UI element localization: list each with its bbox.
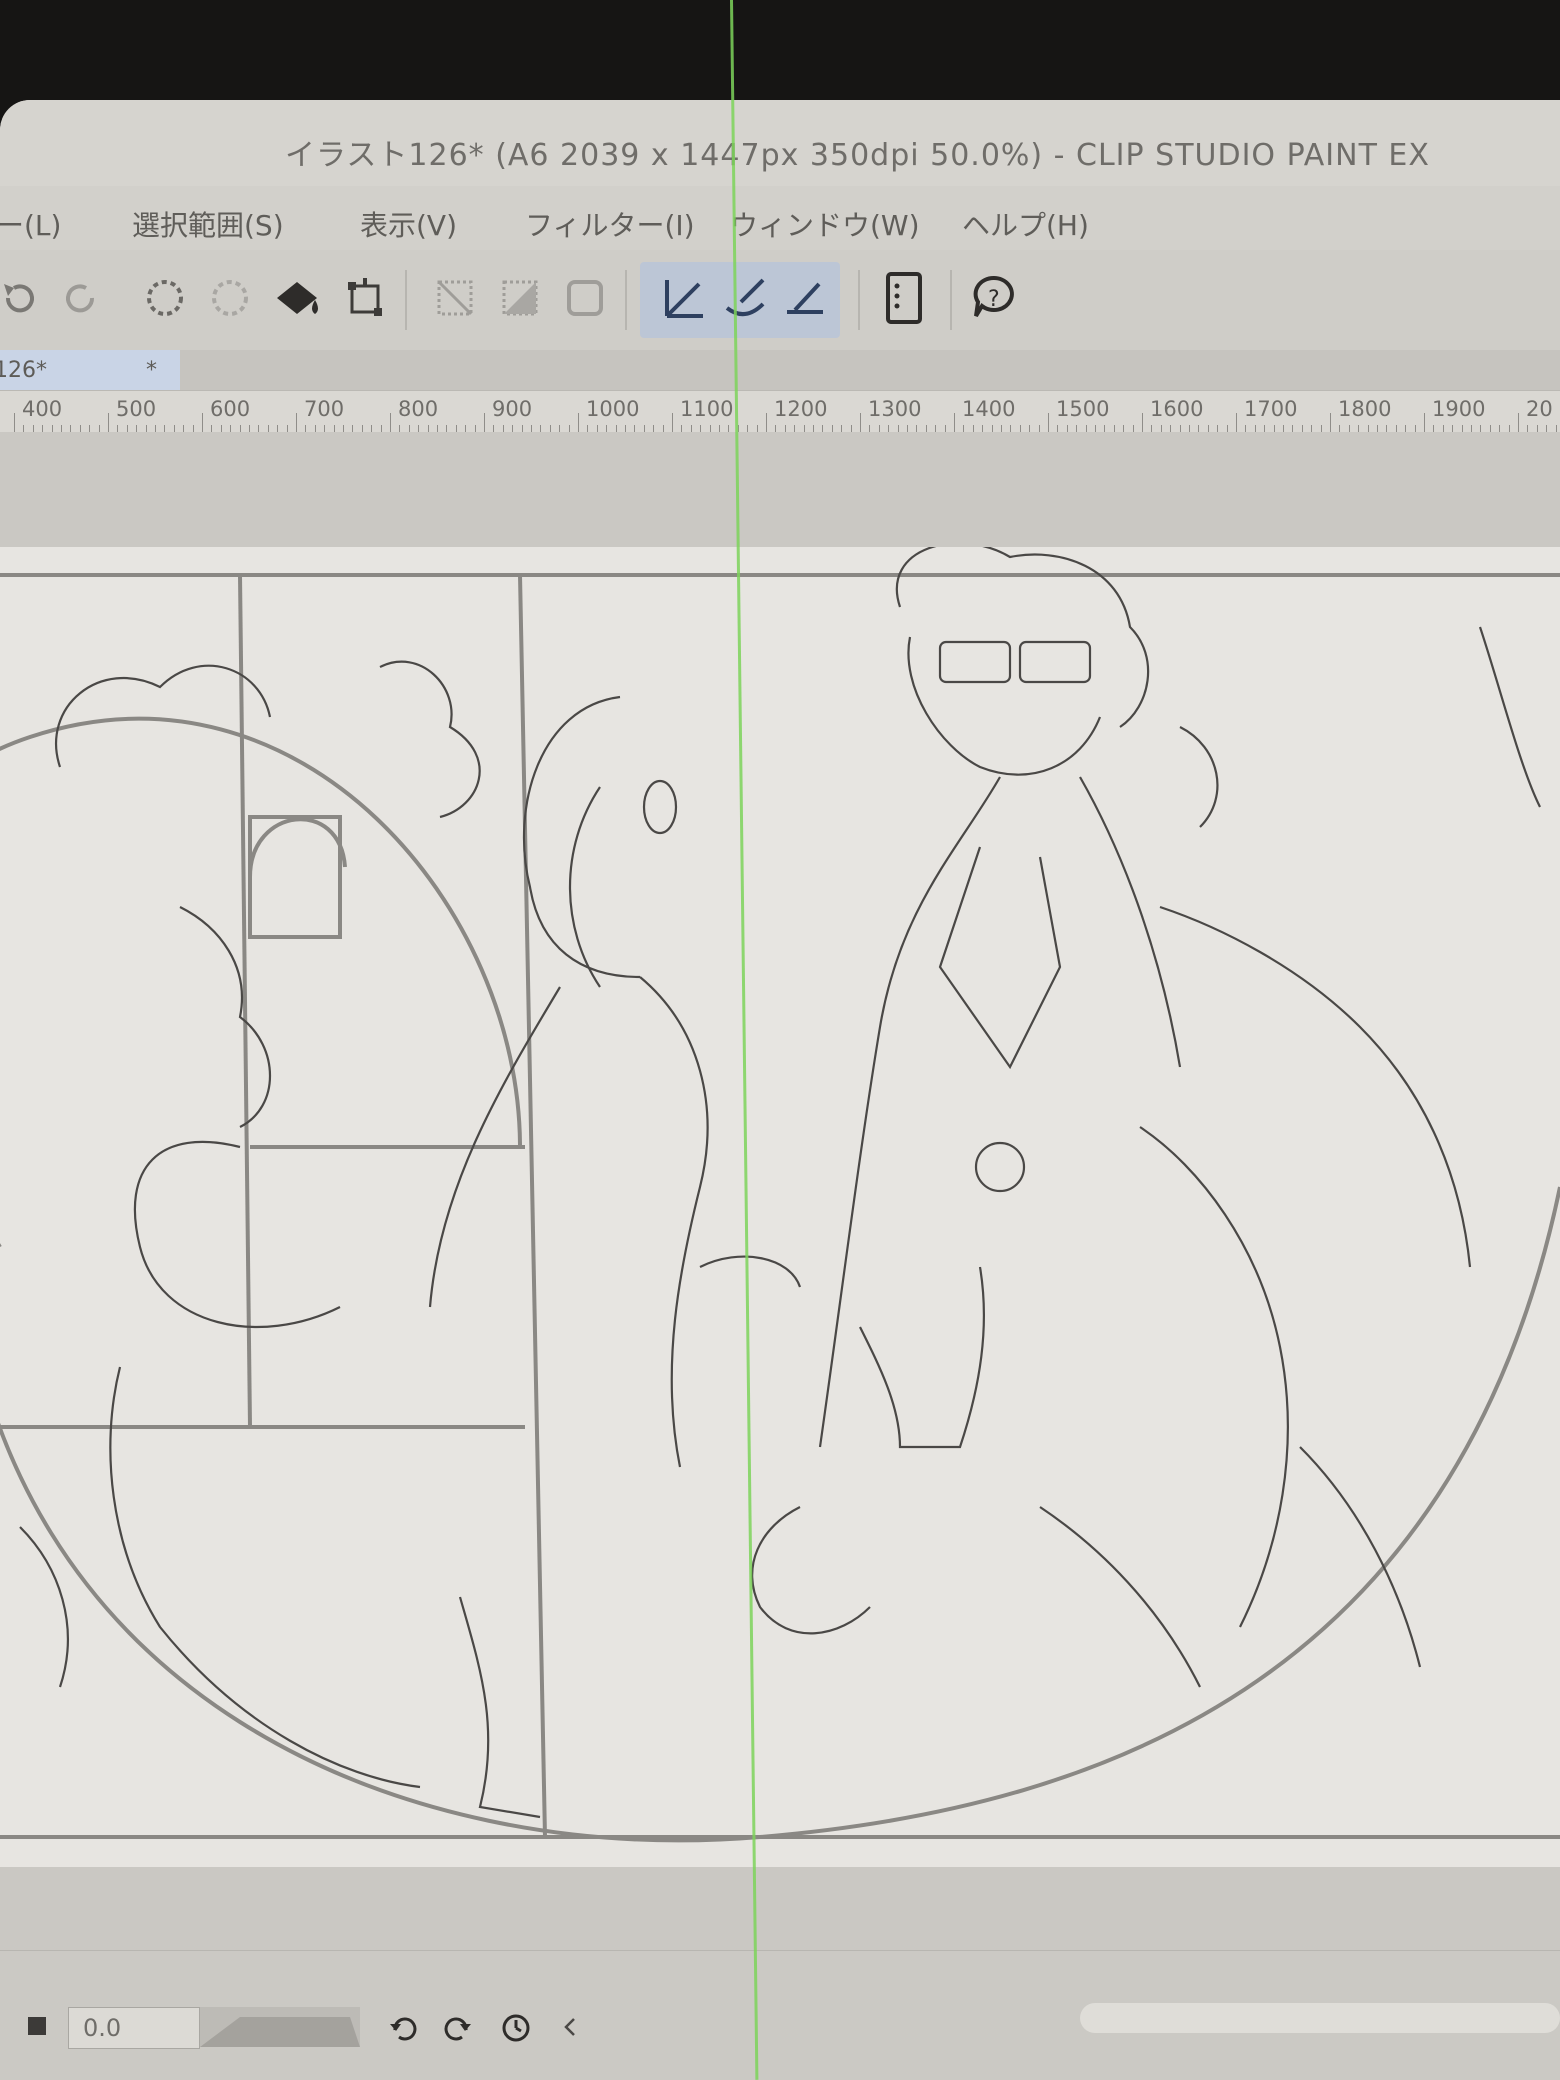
ruler-tick (1424, 413, 1425, 433)
toolbar-separator (625, 270, 627, 330)
curve-snap-icon[interactable] (715, 268, 775, 328)
horizontal-scrollbar[interactable] (1080, 2003, 1560, 2033)
window-title: イラスト126* (A6 2039 x 1447px 350dpi 50.0%)… (285, 138, 1430, 173)
ruler-tick (1142, 413, 1143, 433)
ruler-tick (390, 413, 391, 433)
menu-help[interactable]: ヘルプ(H) (962, 204, 1089, 244)
menu-layer[interactable]: ー(L) (0, 204, 61, 244)
ruler-label: 20 (1526, 397, 1553, 421)
timeline-bar: 0.0 (0, 1950, 1560, 2080)
help-icon[interactable]: ? (964, 268, 1024, 328)
artboard[interactable] (0, 547, 1560, 1867)
ruler-label: 1100 (680, 397, 734, 421)
document-tab[interactable]: 126* * (0, 350, 180, 392)
ruler-label: 1300 (868, 397, 922, 421)
selection-lasso-icon[interactable] (135, 268, 195, 328)
ruler-label: 1200 (774, 397, 828, 421)
app-window: イラスト126* (A6 2039 x 1447px 350dpi 50.0%)… (0, 100, 1560, 2080)
menu-bar: ー(L) 選択範囲(S) 表示(V) フィルター(I) ウィンドウ(W) ヘルプ… (0, 186, 1560, 254)
svg-text:?: ? (988, 287, 1000, 312)
toolbar-separator (858, 270, 860, 330)
ruler-label: 1700 (1244, 397, 1298, 421)
tablet-icon[interactable] (874, 268, 934, 328)
ruler-tick (202, 413, 203, 433)
canvas-area[interactable] (0, 432, 1560, 1972)
rotate-left-icon[interactable] (382, 2005, 426, 2049)
ruler-label: 1000 (586, 397, 640, 421)
toolbar-separator (950, 270, 952, 330)
ruler-label: 900 (492, 397, 533, 421)
ruler-label: 1400 (962, 397, 1016, 421)
ruler-tick (484, 413, 485, 433)
selection-fade-icon[interactable] (200, 268, 260, 328)
document-modified-marker: * (146, 358, 157, 383)
ruler-tick (1236, 413, 1237, 433)
value-field[interactable]: 0.0 (68, 2007, 200, 2049)
ruler-label: 1600 (1150, 397, 1204, 421)
menu-filter[interactable]: フィルター(I) (525, 204, 695, 244)
redo-icon[interactable] (50, 268, 110, 328)
reset-rotation-icon[interactable] (494, 2005, 538, 2049)
lineart-drawing (0, 547, 1560, 1843)
fill-icon[interactable] (268, 268, 328, 328)
clear-icon[interactable] (425, 268, 485, 328)
transform-icon[interactable] (336, 268, 396, 328)
document-tab-strip: 126* * (0, 350, 1560, 392)
ruler-tick (766, 413, 767, 433)
ruler-tick (672, 413, 673, 433)
title-bar: イラスト126* (A6 2039 x 1447px 350dpi 50.0%)… (0, 100, 1560, 190)
horizontal-ruler: 400 500 600 700 800 900 1000 1100 1200 1… (0, 390, 1560, 434)
ruler-tick (108, 413, 109, 433)
ruler-tick (1048, 413, 1049, 433)
stop-icon[interactable] (28, 2017, 46, 2035)
ruler-label: 600 (210, 397, 251, 421)
value-slider[interactable] (200, 2007, 360, 2047)
ruler-tick (860, 413, 861, 433)
ruler-label: 400 (22, 397, 63, 421)
toolbar-separator (405, 270, 407, 330)
ruler-tick (954, 413, 955, 433)
line-snap-icon[interactable] (655, 268, 715, 328)
ruler-tick (578, 413, 579, 433)
document-tab-label: 126* (0, 358, 47, 383)
command-bar: ? (0, 250, 1560, 351)
menu-view[interactable]: 表示(V) (360, 204, 457, 244)
menu-window[interactable]: ウィンドウ(W) (730, 204, 920, 244)
ruler-tick (296, 413, 297, 433)
ruler-tick (1518, 413, 1519, 433)
ruler-snap-icon[interactable] (775, 268, 835, 328)
undo-icon[interactable] (0, 268, 50, 328)
ruler-label: 700 (304, 397, 345, 421)
ruler-tick (14, 413, 15, 433)
rotate-right-icon[interactable] (435, 2005, 479, 2049)
border-icon[interactable] (555, 268, 615, 328)
collapse-chevron-icon[interactable] (548, 2005, 592, 2049)
value-field-text: 0.0 (83, 2014, 122, 2042)
menu-selection[interactable]: 選択範囲(S) (132, 204, 284, 244)
tone-icon[interactable] (490, 268, 550, 328)
ruler-label: 1900 (1432, 397, 1486, 421)
ruler-label: 800 (398, 397, 439, 421)
ruler-label: 1500 (1056, 397, 1110, 421)
ruler-label: 500 (116, 397, 157, 421)
ruler-tick (1330, 413, 1331, 433)
ruler-label: 1800 (1338, 397, 1392, 421)
